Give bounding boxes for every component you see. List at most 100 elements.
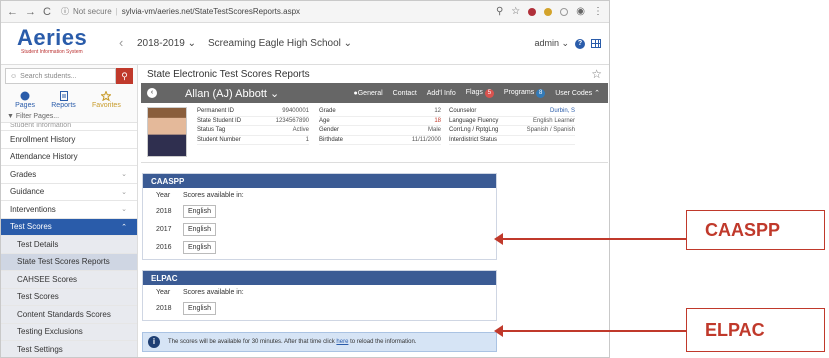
sidebar-item-enrollment-history[interactable]: Enrollment History	[1, 131, 137, 149]
extension-icon[interactable]	[528, 7, 537, 16]
flags-count-badge: 5	[484, 88, 494, 98]
address-bar[interactable]: ⓘ Not secure | sylvia-vm/aeries.net/Stat…	[61, 6, 496, 17]
extension-icon[interactable]	[544, 7, 553, 16]
info-row: CorrLng / RptgLng Spanish / Spanish	[449, 126, 575, 136]
elpac-header-row: Year Scores available in:	[156, 289, 244, 296]
counselor-link[interactable]: Durbin, S	[550, 108, 575, 114]
menu-dots-icon[interactable]: ⋮	[593, 6, 603, 17]
caaspp-arrow	[494, 233, 686, 245]
info-icon[interactable]: ⓘ	[61, 6, 69, 17]
student-search: ☺ Search students... ⚲	[5, 68, 133, 84]
star-icon	[101, 91, 112, 101]
favorite-star-icon[interactable]: ☆	[591, 68, 602, 80]
tab-contact[interactable]: Contact	[393, 90, 417, 97]
caaspp-row: 2016 English	[143, 238, 496, 256]
info-column-3: Counselor Durbin, S Language Fluency Engli…	[449, 103, 575, 162]
info-row: Student Number 1	[197, 136, 309, 145]
sidebar-item-test-scores[interactable]: Test Scores ⌃	[1, 218, 137, 236]
tab-favorites[interactable]: Favorites	[92, 91, 121, 109]
chevron-down-icon: ⌄	[121, 171, 127, 179]
back-circle-icon[interactable]: ‹	[147, 88, 157, 98]
english-score-button[interactable]: English	[183, 240, 216, 254]
info-notice: i The scores will be available for 30 mi…	[142, 332, 497, 352]
tab-user-codes[interactable]: User Codes ⌃	[555, 89, 600, 97]
zoom-icon[interactable]: ⚲	[496, 6, 503, 17]
info-row: Counselor Durbin, S	[449, 107, 575, 117]
search-button[interactable]: ⚲	[116, 68, 133, 84]
forward-arrow-icon[interactable]: →	[25, 6, 36, 18]
tab-general[interactable]: ●General	[354, 90, 383, 97]
help-icon[interactable]: ?	[575, 38, 585, 49]
english-score-button[interactable]: English	[183, 301, 216, 315]
profile-icon[interactable]: ◉	[576, 6, 585, 17]
url-text: sylvia-vm/aeries.net/StateTestScoresRepo…	[121, 7, 301, 16]
caaspp-callout: CAASPP	[686, 210, 825, 250]
elpac-card: ELPAC Year Scores available in: 2018 Engl…	[142, 270, 497, 321]
person-icon: ☺	[10, 72, 18, 80]
user-menu[interactable]: admin ⌄	[534, 38, 569, 49]
programs-count-badge: 8	[536, 88, 546, 98]
caaspp-row: 2018 English	[143, 202, 496, 220]
caaspp-header-row: Year Scores available in:	[156, 192, 244, 199]
app-header: Aeries Student Information System ‹ 2018…	[1, 23, 609, 65]
collapse-sidebar-icon[interactable]: ‹	[119, 35, 123, 50]
year-selector[interactable]: 2018-2019 ⌄	[137, 38, 196, 49]
notice-text: The scores will be available for 30 minu…	[168, 339, 417, 345]
filter-pages-input[interactable]: ▼ Filter Pages...	[1, 111, 137, 123]
sidebar-item-attendance-history[interactable]: Attendance History	[1, 148, 137, 166]
sidebar-item-test-details[interactable]: Test Details	[1, 236, 137, 254]
extension-icon[interactable]	[560, 7, 569, 16]
sidebar-item-cut[interactable]: Student Information	[1, 123, 137, 131]
student-info-panel: Permanent ID 99400001 State Student ID 123…	[141, 103, 608, 163]
sidebar-item-testing-exclusions[interactable]: Testing Exclusions	[1, 323, 137, 341]
sidebar-tabs: Pages Reports Favorites	[1, 87, 137, 111]
elpac-arrow	[494, 325, 686, 337]
sidebar-item-cahsee-scores[interactable]: CAHSEE Scores	[1, 271, 137, 289]
sidebar-menu: Student Information Enrollment History A…	[1, 123, 137, 357]
sidebar-item-content-standards-scores[interactable]: Content Standards Scores	[1, 306, 137, 324]
tab-reports[interactable]: Reports	[51, 91, 76, 109]
chevron-up-icon: ⌃	[121, 223, 127, 231]
aeries-logo[interactable]: Aeries Student Information System ‹	[1, 23, 129, 65]
chevron-down-icon: ⌄	[121, 188, 127, 196]
sidebar-item-interventions[interactable]: Interventions ⌄	[1, 201, 137, 219]
info-column-2: Grade 12 Age 18 Gender Male Birthdate 11/11/…	[319, 103, 441, 162]
search-input[interactable]: ☺ Search students...	[5, 68, 116, 84]
reload-icon[interactable]: C	[43, 6, 51, 18]
english-score-button[interactable]: English	[183, 204, 216, 218]
info-column-1: Permanent ID 99400001 State Student ID 123…	[197, 103, 309, 162]
info-row: Status Tag Active	[197, 126, 309, 136]
info-circle-icon: i	[148, 336, 160, 348]
sidebar-item-state-test-scores-reports[interactable]: State Test Scores Reports	[1, 253, 137, 271]
student-name-selector[interactable]: Allan (AJ) Abbott ⌄	[185, 87, 279, 100]
elpac-row: 2018 English	[143, 299, 496, 317]
sidebar-item-guidance[interactable]: Guidance ⌄	[1, 183, 137, 201]
reload-link[interactable]: here	[336, 339, 348, 345]
sidebar-item-grades[interactable]: Grades ⌄	[1, 166, 137, 184]
tab-pages[interactable]: Pages	[15, 91, 35, 109]
circle-icon	[20, 91, 30, 101]
back-arrow-icon[interactable]: ←	[7, 6, 18, 18]
info-row: State Student ID 1234567890	[197, 117, 309, 126]
caaspp-card: CAASPP Year Scores available in: 2018 Eng…	[142, 173, 497, 260]
bookmark-star-icon[interactable]: ☆	[511, 6, 520, 17]
page-header: State Electronic Test Scores Reports ☆	[138, 65, 609, 83]
tab-addl-info[interactable]: Add'l Info	[427, 90, 456, 97]
tab-flags[interactable]: Flags 5	[466, 88, 494, 98]
elpac-callout: ELPAC	[686, 308, 825, 352]
app-grid-icon[interactable]	[591, 39, 601, 48]
page-title: State Electronic Test Scores Reports	[147, 69, 310, 80]
caaspp-row: 2017 English	[143, 220, 496, 238]
school-selector[interactable]: Screaming Eagle High School ⌄	[208, 38, 352, 49]
browser-toolbar: ← → C ⓘ Not secure | sylvia-vm/aeries.ne…	[1, 1, 609, 23]
chevron-up-icon: ⌃	[594, 90, 600, 97]
english-score-button[interactable]: English	[183, 222, 216, 236]
url-separator: |	[115, 7, 118, 16]
info-row: Birthdate 11/11/2000	[319, 136, 441, 145]
sidebar-item-test-scores-sub[interactable]: Test Scores	[1, 288, 137, 306]
elpac-card-title: ELPAC	[143, 271, 496, 285]
sidebar-item-test-settings[interactable]: Test Settings	[1, 341, 137, 357]
main-content: State Electronic Test Scores Reports ☆ ‹…	[138, 65, 609, 357]
student-photo	[147, 107, 187, 157]
tab-programs[interactable]: Programs 8	[504, 88, 546, 98]
